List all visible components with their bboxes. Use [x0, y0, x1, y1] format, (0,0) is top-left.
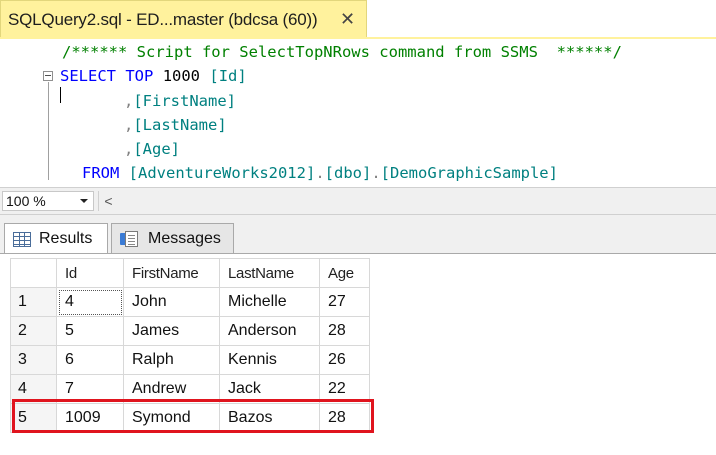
zoom-bar: 100 % <: [0, 187, 716, 215]
comma: ,: [124, 140, 134, 158]
row-number[interactable]: 1: [10, 287, 57, 317]
table-name: [DemoGraphicSample]: [380, 164, 558, 182]
results-tab-strip: Results Messages: [0, 215, 716, 254]
table-row[interactable]: 1 4 John Michelle 27: [10, 287, 370, 317]
row-number[interactable]: 3: [10, 345, 57, 375]
keyword-from: FROM: [82, 164, 120, 182]
document-tab-strip: SQLQuery2.sql - ED...master (bdcsa (60))…: [0, 0, 716, 39]
code-line-select: SELECT TOP 1000 [Id]: [60, 66, 247, 86]
cell-firstname[interactable]: John: [123, 287, 220, 317]
column-header-rownum: [10, 258, 57, 288]
chevron-down-icon[interactable]: [80, 199, 88, 203]
table-row[interactable]: 3 6 Ralph Kennis 26: [10, 345, 370, 375]
dot: .: [315, 164, 325, 182]
cell-lastname[interactable]: Michelle: [219, 287, 320, 317]
text-caret: [60, 87, 61, 103]
dot: .: [371, 164, 381, 182]
cell-id[interactable]: 4: [56, 287, 124, 317]
tab-messages-label: Messages: [148, 229, 221, 247]
code-line-from: FROM [AdventureWorks2012].[dbo].[DemoGra…: [82, 163, 558, 183]
results-tab-underline: [0, 253, 716, 254]
column-firstname: [FirstName]: [133, 92, 236, 110]
row-number[interactable]: 2: [10, 316, 57, 346]
keyword-top: TOP: [125, 67, 154, 85]
collapse-toggle-icon[interactable]: [43, 71, 53, 81]
comma: ,: [124, 116, 134, 134]
cell-id[interactable]: 6: [56, 345, 124, 375]
document-tab-title: SQLQuery2.sql - ED...master (bdcsa (60)): [8, 9, 318, 29]
column-header-id[interactable]: Id: [56, 258, 124, 288]
tab-messages[interactable]: Messages: [111, 223, 234, 253]
code-line-age: ,[Age]: [124, 139, 180, 159]
keyword-select: SELECT: [60, 67, 116, 85]
table-row[interactable]: 2 5 James Anderson 28: [10, 316, 370, 346]
cell-age[interactable]: 27: [319, 287, 370, 317]
grid-icon: [13, 231, 31, 247]
messages-icon: [120, 230, 140, 248]
column-header-age[interactable]: Age: [319, 258, 370, 288]
column-header-lastname[interactable]: LastName: [219, 258, 320, 288]
close-icon[interactable]: ✕: [340, 10, 355, 28]
column-header-firstname[interactable]: FirstName: [123, 258, 220, 288]
grid-header-row: Id FirstName LastName Age: [10, 258, 370, 288]
tab-results[interactable]: Results: [4, 223, 108, 254]
database-name: [AdventureWorks2012]: [128, 164, 316, 182]
highlighted-row-annotation: [12, 399, 374, 433]
comma: ,: [124, 92, 134, 110]
outline-guide: [48, 82, 49, 180]
scroll-left-button[interactable]: <: [98, 191, 118, 211]
cell-id[interactable]: 5: [56, 316, 124, 346]
document-tab[interactable]: SQLQuery2.sql - ED...master (bdcsa (60))…: [0, 0, 367, 38]
zoom-value: 100 %: [6, 193, 46, 209]
code-line-comment: /****** Script for SelectTopNRows comman…: [62, 43, 622, 61]
cell-age[interactable]: 28: [319, 316, 370, 346]
cell-lastname[interactable]: Anderson: [219, 316, 320, 346]
cell-firstname[interactable]: Ralph: [123, 345, 220, 375]
column-id: [Id]: [209, 67, 247, 85]
column-lastname: [LastName]: [133, 116, 227, 134]
code-line-lastname: ,[LastName]: [124, 115, 227, 135]
column-age: [Age]: [133, 140, 181, 158]
cell-age[interactable]: 26: [319, 345, 370, 375]
top-count: 1000: [162, 67, 201, 85]
cell-lastname[interactable]: Kennis: [219, 345, 320, 375]
horizontal-scrollbar[interactable]: [118, 191, 716, 211]
tab-results-label: Results: [39, 230, 93, 247]
code-line-firstname: ,[FirstName]: [124, 91, 236, 111]
results-pane: Results Messages Id FirstName LastName A…: [0, 215, 716, 455]
schema-name: [dbo]: [324, 164, 372, 182]
query-editor[interactable]: /****** Script for SelectTopNRows comman…: [0, 39, 716, 187]
cell-firstname[interactable]: James: [123, 316, 220, 346]
